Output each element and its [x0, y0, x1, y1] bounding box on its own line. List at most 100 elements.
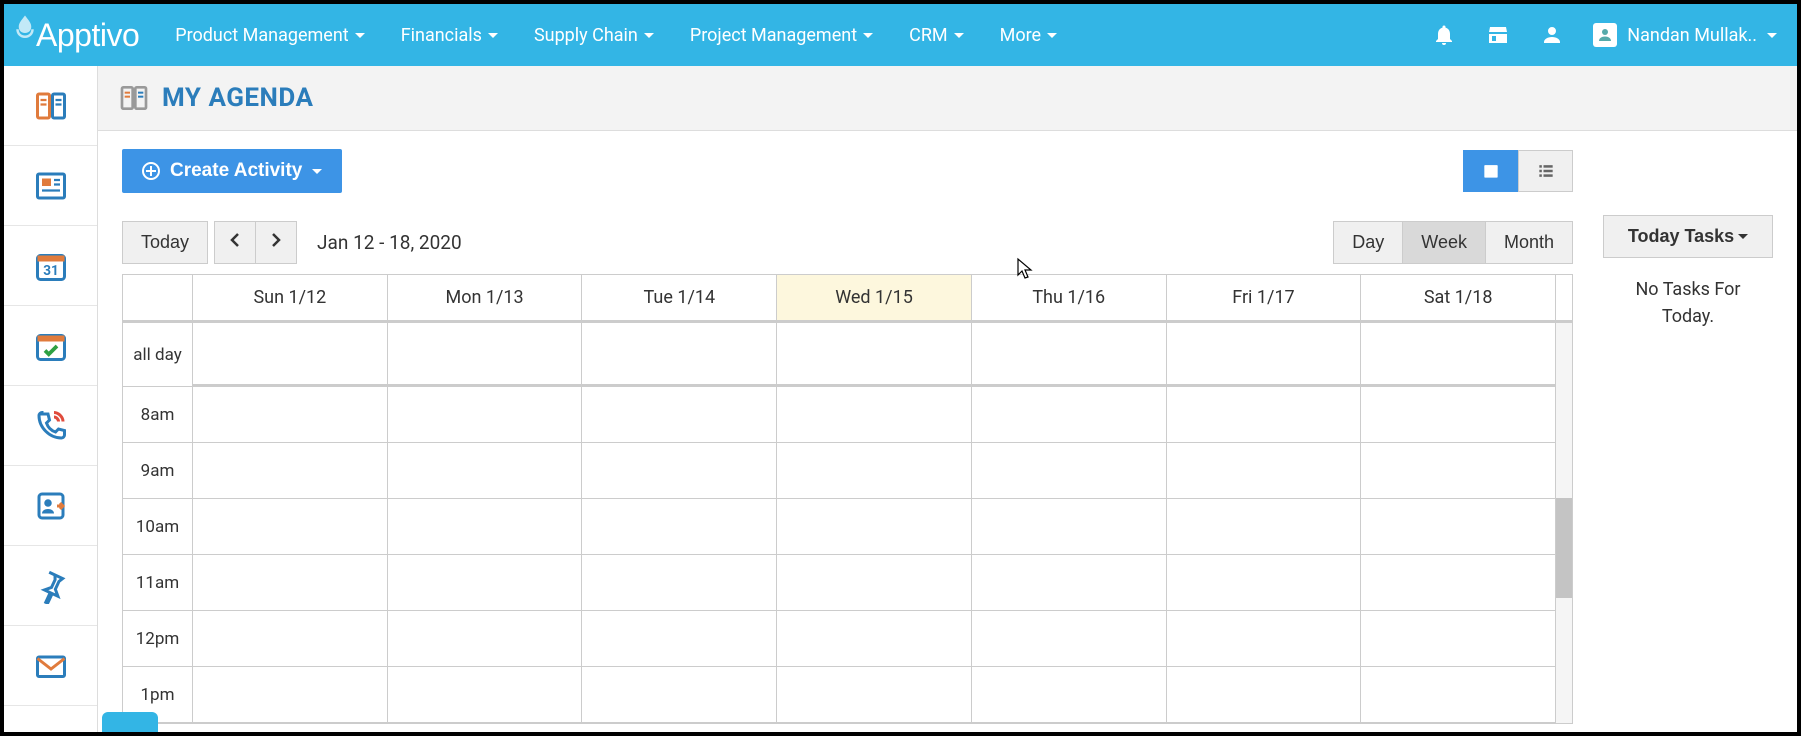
calendar-cell[interactable] [777, 667, 971, 723]
calendar-cell[interactable] [777, 323, 971, 387]
notifications-icon[interactable] [1431, 22, 1457, 48]
calendar-cell[interactable] [193, 499, 387, 555]
day-header[interactable]: Mon 1/13 [388, 275, 583, 320]
day-header[interactable]: Sun 1/12 [193, 275, 388, 320]
user-menu[interactable]: Nandan Mullak.. [1593, 23, 1777, 47]
sidebar-item-agenda[interactable] [4, 66, 97, 146]
sidebar-item-news[interactable] [4, 146, 97, 226]
calendar-cell[interactable] [193, 443, 387, 499]
sidebar-item-tasks[interactable] [4, 306, 97, 386]
calendar-cell[interactable] [388, 443, 582, 499]
today-button[interactable]: Today [122, 221, 208, 264]
store-icon[interactable] [1485, 22, 1511, 48]
nav-supply-chain[interactable]: Supply Chain [516, 4, 672, 66]
scrollbar-track[interactable] [1556, 323, 1572, 723]
day-header[interactable]: Tue 1/14 [582, 275, 777, 320]
nav-project-management[interactable]: Project Management [672, 4, 891, 66]
calendar-cell[interactable] [1167, 499, 1361, 555]
calendar-cell[interactable] [1361, 323, 1555, 387]
shell: 31 MY AGENDA Create [4, 66, 1797, 732]
calendar-cell[interactable] [582, 387, 776, 443]
view-month-button[interactable]: Month [1486, 221, 1573, 264]
calendar-column [582, 323, 777, 723]
view-week-button[interactable]: Week [1403, 221, 1486, 264]
nav-menu: Product Management Financials Supply Cha… [157, 4, 1075, 66]
caret-down-icon [954, 33, 964, 38]
calendar-cell[interactable] [1361, 667, 1555, 723]
calendar-cell[interactable] [1167, 387, 1361, 443]
calendar-cell[interactable] [582, 611, 776, 667]
sidebar: 31 [4, 66, 98, 732]
calendar-cell[interactable] [582, 323, 776, 387]
nav-product-management[interactable]: Product Management [157, 4, 382, 66]
calendar-cell[interactable] [388, 555, 582, 611]
avatar-icon [1593, 23, 1617, 47]
calendar-cell[interactable] [193, 667, 387, 723]
calendar-cell[interactable] [582, 555, 776, 611]
calendar-cell[interactable] [388, 323, 582, 387]
caret-down-icon [488, 33, 498, 38]
calendar-cell[interactable] [388, 387, 582, 443]
calendar-cell[interactable] [388, 499, 582, 555]
calendar-cell[interactable] [193, 387, 387, 443]
prev-button[interactable] [214, 221, 255, 264]
sidebar-item-calls[interactable] [4, 386, 97, 466]
calendar-cell[interactable] [777, 443, 971, 499]
mini-tab[interactable] [102, 712, 158, 732]
calendar-cell[interactable] [777, 499, 971, 555]
sidebar-item-contacts[interactable] [4, 466, 97, 546]
calendar-column [972, 323, 1167, 723]
calendar-cell[interactable] [1167, 443, 1361, 499]
day-header-today[interactable]: Wed 1/15 [777, 275, 972, 320]
list-view-button[interactable] [1518, 150, 1573, 192]
calendar-cell[interactable] [193, 323, 387, 387]
profile-icon[interactable] [1539, 22, 1565, 48]
calendar-cell[interactable] [1361, 611, 1555, 667]
calendar-cell[interactable] [1361, 443, 1555, 499]
page-header: MY AGENDA [98, 66, 1797, 131]
calendar-cell[interactable] [777, 555, 971, 611]
day-header[interactable]: Sat 1/18 [1361, 275, 1556, 320]
calendar-cell[interactable] [777, 611, 971, 667]
today-tasks-button[interactable]: Today Tasks [1603, 215, 1773, 258]
calendar-cell[interactable] [972, 499, 1166, 555]
calendar-cell[interactable] [972, 443, 1166, 499]
sidebar-item-calendar[interactable]: 31 [4, 226, 97, 306]
calendar-cell[interactable] [1361, 387, 1555, 443]
calendar-cell[interactable] [972, 555, 1166, 611]
day-header[interactable]: Thu 1/16 [972, 275, 1167, 320]
calendar-grid [193, 323, 1572, 723]
calendar-cell[interactable] [582, 443, 776, 499]
calendar-cell[interactable] [972, 387, 1166, 443]
view-day-button[interactable]: Day [1333, 221, 1403, 264]
svg-text:31: 31 [43, 263, 59, 279]
brand-logo[interactable]: Apptivo [4, 17, 157, 54]
calendar-view-button[interactable] [1463, 150, 1518, 192]
caret-down-icon [1047, 33, 1057, 38]
calendar-cell[interactable] [193, 611, 387, 667]
calendar-cell[interactable] [1167, 611, 1361, 667]
scrollbar-thumb[interactable] [1556, 498, 1572, 598]
calendar-cell[interactable] [972, 611, 1166, 667]
calendar-cell[interactable] [1361, 555, 1555, 611]
calendar-cell[interactable] [972, 323, 1166, 387]
nav-crm[interactable]: CRM [891, 4, 982, 66]
create-activity-button[interactable]: Create Activity [122, 149, 342, 193]
calendar-cell[interactable] [1167, 323, 1361, 387]
calendar-cell[interactable] [1361, 499, 1555, 555]
sidebar-item-mail[interactable] [4, 626, 97, 706]
calendar-cell[interactable] [972, 667, 1166, 723]
calendar-cell[interactable] [388, 667, 582, 723]
calendar-cell[interactable] [777, 387, 971, 443]
nav-financials[interactable]: Financials [383, 4, 516, 66]
calendar-cell[interactable] [388, 611, 582, 667]
nav-more[interactable]: More [982, 4, 1075, 66]
day-header[interactable]: Fri 1/17 [1167, 275, 1362, 320]
calendar-cell[interactable] [1167, 667, 1361, 723]
calendar-cell[interactable] [193, 555, 387, 611]
next-button[interactable] [255, 221, 297, 264]
calendar-cell[interactable] [1167, 555, 1361, 611]
calendar-cell[interactable] [582, 667, 776, 723]
sidebar-item-pins[interactable] [4, 546, 97, 626]
calendar-cell[interactable] [582, 499, 776, 555]
